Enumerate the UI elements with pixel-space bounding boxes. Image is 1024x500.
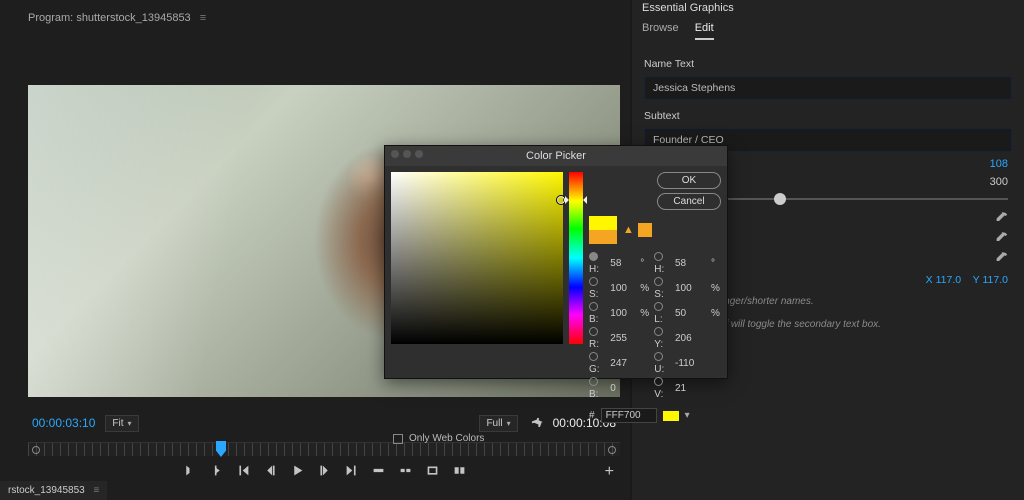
hex-input[interactable] bbox=[601, 408, 657, 423]
h2-radio[interactable] bbox=[654, 252, 663, 261]
bb-radio[interactable] bbox=[589, 377, 598, 386]
l-input[interactable] bbox=[675, 308, 701, 319]
transport-buttons: + bbox=[28, 456, 620, 488]
hex-swatch bbox=[663, 411, 679, 421]
u-radio[interactable] bbox=[654, 352, 663, 361]
r-radio[interactable] bbox=[589, 327, 598, 336]
slider-knob-icon[interactable] bbox=[774, 193, 786, 205]
s2-input[interactable] bbox=[675, 283, 701, 294]
hue-slider[interactable] bbox=[569, 172, 583, 344]
eyedropper-icon[interactable] bbox=[995, 232, 1008, 248]
tab-menu-icon[interactable]: ≡ bbox=[94, 485, 100, 496]
name-text-label: Name Text bbox=[644, 58, 1012, 70]
lift-icon[interactable] bbox=[372, 464, 385, 480]
only-web-colors-row: Only Web Colors bbox=[385, 429, 727, 448]
hue-pointer-icon[interactable] bbox=[565, 196, 573, 204]
mark-in-icon[interactable] bbox=[183, 464, 196, 480]
dialog-title: Color Picker bbox=[526, 150, 586, 162]
add-button-icon[interactable]: + bbox=[605, 463, 614, 481]
b-radio[interactable] bbox=[589, 302, 598, 311]
h-input[interactable] bbox=[610, 258, 636, 269]
panel-menu-icon[interactable]: ≡ bbox=[200, 12, 206, 24]
y-radio[interactable] bbox=[654, 327, 663, 336]
mark-out-icon[interactable] bbox=[210, 464, 223, 480]
s-input[interactable] bbox=[610, 283, 636, 294]
v-radio[interactable] bbox=[654, 377, 663, 386]
panel-title: Essential Graphics bbox=[632, 0, 1024, 22]
comparison-icon[interactable] bbox=[453, 464, 466, 480]
h-radio[interactable] bbox=[589, 252, 598, 261]
panel-tabs: Browse Edit bbox=[632, 22, 1024, 48]
hex-label: # bbox=[589, 410, 595, 421]
export-frame-icon[interactable] bbox=[426, 464, 439, 480]
tab-browse[interactable]: Browse bbox=[642, 22, 679, 40]
eyedropper-icon[interactable] bbox=[995, 252, 1008, 268]
step-fwd-icon[interactable] bbox=[318, 464, 331, 480]
y-input[interactable] bbox=[675, 333, 701, 344]
hue-pointer-icon[interactable] bbox=[579, 196, 587, 204]
color-values-grid: H:° H:° S:% S:% B:% L:% R: Y: G: U: B: V… bbox=[589, 252, 721, 400]
only-web-label: Only Web Colors bbox=[409, 433, 484, 444]
go-out-icon[interactable] bbox=[345, 464, 358, 480]
go-in-icon[interactable] bbox=[237, 464, 250, 480]
ok-button[interactable]: OK bbox=[657, 172, 721, 189]
old-color-swatch bbox=[589, 230, 617, 244]
r-input[interactable] bbox=[610, 333, 636, 344]
dialog-titlebar[interactable]: Color Picker bbox=[385, 146, 727, 166]
saturation-value-field[interactable] bbox=[391, 172, 563, 344]
current-timecode[interactable]: 00:00:03:10 bbox=[32, 416, 95, 430]
step-back-icon[interactable] bbox=[264, 464, 277, 480]
tab-edit[interactable]: Edit bbox=[695, 22, 714, 40]
s2-radio[interactable] bbox=[654, 277, 663, 286]
gamut-warning-icon[interactable]: ▲ bbox=[623, 224, 634, 236]
s-radio[interactable] bbox=[589, 277, 598, 286]
play-icon[interactable] bbox=[291, 464, 304, 480]
color-picker-dialog: Color Picker OK Cancel ▲ H:° H:° bbox=[384, 145, 728, 379]
extract-icon[interactable] bbox=[399, 464, 412, 480]
swatch-dropdown-icon[interactable]: ▾ bbox=[685, 410, 690, 421]
v-input[interactable] bbox=[675, 383, 701, 394]
eyedropper-icon[interactable] bbox=[995, 212, 1008, 228]
new-color-swatch bbox=[589, 216, 617, 230]
gamut-swatch[interactable] bbox=[638, 223, 652, 237]
bb-input[interactable] bbox=[610, 383, 636, 394]
playhead-icon[interactable] bbox=[216, 441, 226, 457]
g-input[interactable] bbox=[610, 358, 636, 369]
h2-input[interactable] bbox=[675, 258, 701, 269]
b-input[interactable] bbox=[610, 308, 636, 319]
program-title-prefix: Program: bbox=[28, 12, 73, 24]
zoom-select[interactable]: Fit▾ bbox=[105, 415, 138, 432]
program-sequence-name: shutterstock_13945853 bbox=[76, 12, 190, 24]
g-radio[interactable] bbox=[589, 352, 598, 361]
cancel-button[interactable]: Cancel bbox=[657, 193, 721, 210]
l-radio[interactable] bbox=[654, 302, 663, 311]
sv-cursor-icon[interactable] bbox=[557, 196, 565, 204]
in-point-icon[interactable] bbox=[32, 446, 40, 454]
u-input[interactable] bbox=[675, 358, 701, 369]
sequence-tab[interactable]: rstock_13945853 ≡ bbox=[0, 481, 107, 500]
name-text-input[interactable] bbox=[644, 76, 1012, 100]
subtext-label: Subtext bbox=[644, 110, 1012, 122]
program-header: Program: shutterstock_13945853 ≡ bbox=[0, 0, 630, 32]
only-web-checkbox[interactable] bbox=[393, 434, 403, 444]
window-controls[interactable] bbox=[391, 150, 423, 158]
